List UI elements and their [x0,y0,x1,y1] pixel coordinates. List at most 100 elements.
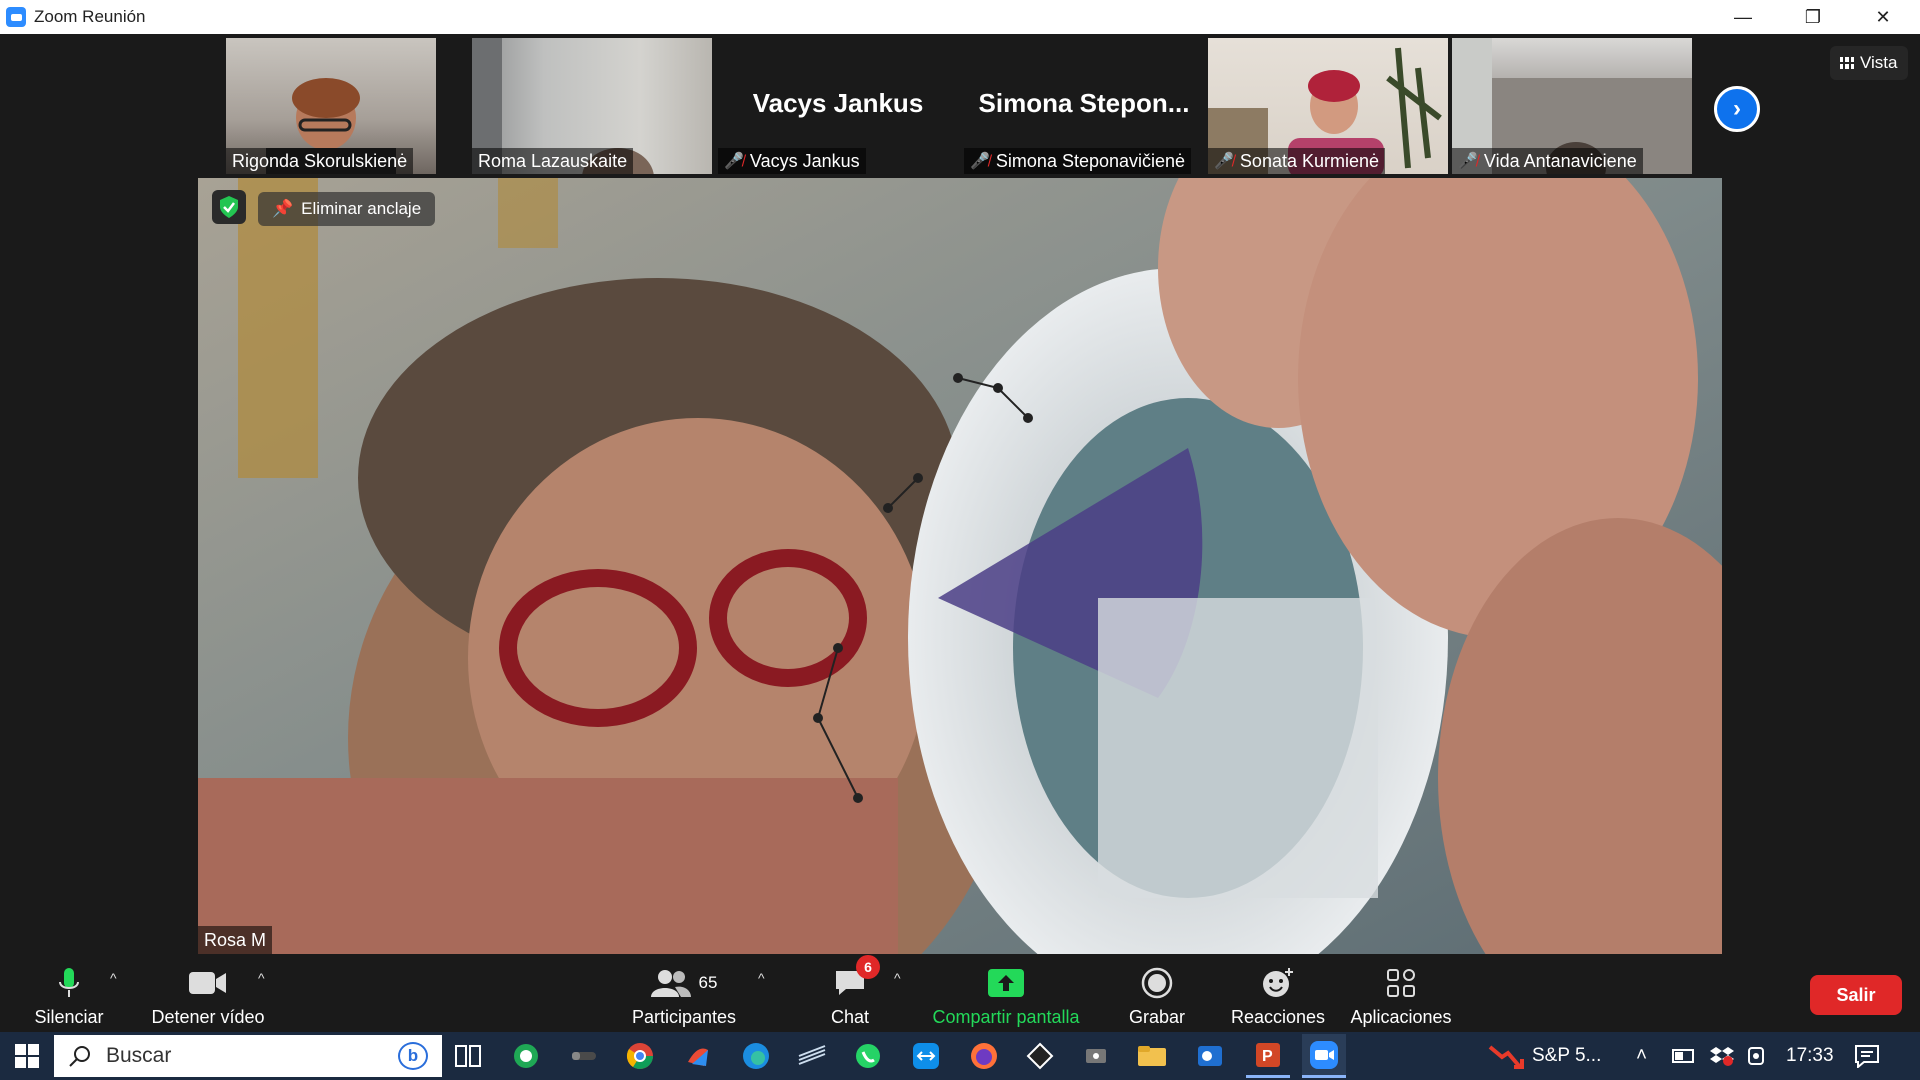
taskbar-search-box[interactable]: Buscar b [54,1035,442,1077]
participants-options-caret[interactable]: ^ [758,970,765,986]
chevron-right-icon: › [1733,95,1741,122]
unpin-button[interactable]: 📌 Eliminar anclaje [258,192,436,226]
participant-name: Rigonda Skorulskienė [226,148,414,174]
clock[interactable]: 17:33 [1786,1032,1834,1080]
participant-name: 🎤̸ Simona Steponavičienė [964,148,1192,174]
battery-icon[interactable] [1672,1032,1696,1080]
participants-icon-group: 65 [650,965,718,1001]
chevron-up-icon: ˄ [1636,1045,1648,1066]
stock-widget-label: S&P 5... [1532,1045,1602,1066]
share-screen-button[interactable]: Compartir pantalla [926,958,1086,1032]
participant-name: 🎤̸ Vida Antanaviciene [1452,148,1643,174]
reactions-button[interactable]: Reacciones [1228,958,1328,1032]
bing-icon[interactable]: b [398,1042,428,1070]
record-icon [1141,965,1173,1001]
whatsapp-icon[interactable] [846,1034,890,1078]
mute-button[interactable]: Silenciar [28,958,110,1032]
mic-muted-icon: 🎤̸ [1214,153,1234,170]
edge-icon[interactable] [734,1034,778,1078]
whatsapp-business-icon[interactable] [504,1034,548,1078]
record-button[interactable]: Grabar [1122,958,1192,1032]
apps-button[interactable]: Aplicaciones [1348,958,1454,1032]
search-placeholder: Buscar [106,1044,172,1067]
participant-display-name: Simona Stepon... [978,88,1190,118]
video-camera-icon [188,965,228,1001]
share-screen-icon [988,965,1024,1001]
chat-icon: 6 [834,955,880,1001]
speaker-name: Rosa M [198,926,273,954]
speaker-video-feed [198,178,1722,954]
stock-widget[interactable]: S&P 5... [1488,1032,1601,1080]
pen-app-icon[interactable] [562,1034,606,1078]
mic-muted-icon: 🎤̸ [970,153,990,170]
chat-options-caret[interactable]: ^ [894,970,901,986]
participant-name: 🎤̸ Sonata Kurmienė [1208,148,1386,174]
device-app-icon[interactable] [1074,1034,1118,1078]
mute-label: Silenciar [34,1007,104,1027]
search-icon [69,1046,90,1067]
zoom-app-icon [6,7,26,27]
participant-name: 🎤̸ Vacys Jankus [718,148,866,174]
reactions-label: Reacciones [1230,1007,1326,1027]
view-button[interactable]: Vista [1830,46,1908,80]
firefox-icon[interactable] [962,1034,1006,1078]
participant-tile[interactable]: Roma Lazauskaite [472,38,712,174]
share-screen-label: Compartir pantalla [932,1007,1080,1027]
restore-button[interactable]: ❐ [1778,0,1848,34]
participants-label: Participantes [631,1007,737,1027]
participant-tile[interactable]: 🎤̸ Vida Antanaviciene [1452,38,1692,174]
view-button-label: Vista [1860,53,1898,72]
participant-tile[interactable]: Rigonda Skorulskienė [226,38,436,174]
stock-down-icon [1488,1045,1524,1069]
powerpoint-icon[interactable]: P [1246,1034,1290,1078]
inkscape-icon[interactable] [1018,1034,1062,1078]
participant-tile[interactable]: Vacys Jankus 🎤̸ Vacys Jankus [718,38,958,174]
chat-label: Chat [830,1007,870,1027]
video-options-caret[interactable]: ^ [258,970,265,986]
camera-tray-icon[interactable] [1746,1032,1768,1080]
smiley-icon [1261,965,1295,1001]
next-page-button[interactable]: › [1714,86,1760,132]
clock-time: 17:33 [1786,1045,1834,1066]
main-video[interactable]: 📌 Eliminar anclaje Rosa M [198,178,1722,954]
show-hidden-icons-button[interactable]: ˄ [1636,1032,1647,1080]
participants-button[interactable]: 65 Participantes [626,958,742,1032]
participant-name: Roma Lazauskaite [472,148,634,174]
stop-video-button[interactable]: Detener vídeo [148,958,268,1032]
audio-options-caret[interactable]: ^ [110,970,117,986]
windows-taskbar: Buscar b [0,1032,1920,1080]
security-shield-icon[interactable] [212,190,246,224]
window-title: Zoom Reunión [34,7,146,26]
colorful-app-icon[interactable] [676,1034,720,1078]
teamviewer-icon[interactable] [904,1034,948,1078]
windows-logo-icon [15,1044,39,1068]
chat-button[interactable]: 6 Chat [818,955,882,1032]
participants-icon [650,970,691,997]
scanner-icon[interactable] [790,1034,834,1078]
mic-muted-icon: 🎤̸ [1458,153,1478,170]
mic-muted-icon: 🎤̸ [724,153,744,170]
file-explorer-icon[interactable] [1130,1034,1174,1078]
meeting-toolbar: Silenciar ^ Detener vídeo ^ 65 Participa… [0,955,1920,1032]
apps-label: Aplicaciones [1350,1007,1452,1027]
close-button[interactable]: ✕ [1848,0,1918,34]
participant-tile[interactable]: 🎤̸ Sonata Kurmienė [1208,38,1448,174]
apps-icon [1386,965,1416,1001]
participant-display-name: Vacys Jankus [752,88,924,118]
chat-unread-badge: 6 [856,955,880,979]
windows-start-button[interactable] [0,1032,54,1080]
zoom-taskbar-icon[interactable] [1302,1034,1346,1078]
svg-text:P: P [1262,1048,1273,1065]
title-bar: Zoom Reunión — ❐ ✕ [0,0,1920,34]
minimize-button[interactable]: — [1708,0,1778,34]
notifications-icon[interactable] [1854,1032,1880,1080]
outlook-icon[interactable] [1188,1034,1232,1078]
task-view-icon[interactable] [446,1034,490,1078]
participants-count: 65 [698,973,718,992]
microphone-icon [57,965,81,1001]
leave-button[interactable]: Salir [1810,975,1902,1015]
dropbox-icon[interactable] [1710,1032,1734,1080]
chrome-icon[interactable] [618,1034,662,1078]
participant-tile[interactable]: Simona Stepon... 🎤̸ Simona Steponavičienė [964,38,1204,174]
stop-video-label: Detener vídeo [151,1007,265,1027]
